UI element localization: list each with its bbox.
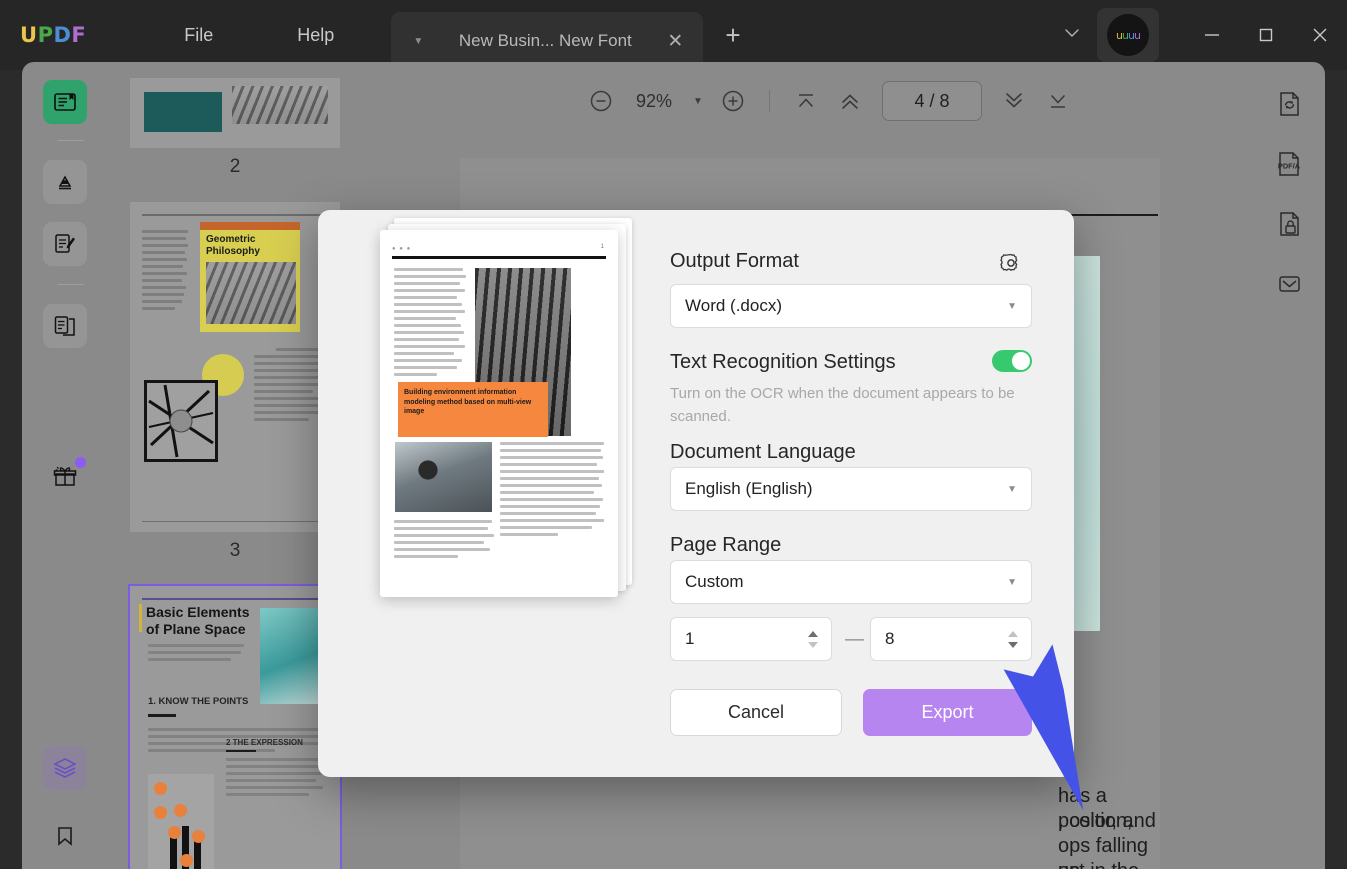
page-range-from-value: 1 (685, 629, 695, 648)
page-range-mode-select[interactable]: Custom ▼ (670, 560, 1032, 604)
export-dialog: ● ● ● 1 Building environment information… (318, 210, 1074, 777)
preview-banner: Building environment information modelin… (398, 382, 548, 437)
window-close-icon[interactable] (1293, 0, 1347, 70)
new-tab-button[interactable]: + (725, 22, 740, 48)
output-format-chevron-down-icon: ▼ (1007, 300, 1017, 312)
tab-chevron-down-icon[interactable]: ▼ (413, 36, 423, 47)
preview-page: ● ● ● 1 Building environment information… (380, 230, 618, 597)
document-language-value: English (English) (685, 479, 813, 498)
output-settings-button[interactable] (998, 250, 1024, 281)
menu-file[interactable]: File (170, 19, 227, 52)
updf-window: UPDF File Help ▼ New Busin... New Font ✕… (0, 0, 1347, 869)
stepper-up-icon (1008, 630, 1018, 637)
preview-page-number: 1 (600, 244, 604, 250)
export-settings-panel: Output Format Word (.docx) ▼ Text Recogn… (648, 210, 1074, 777)
app-shell: 2 Geometric Philosophy 3 Basic Elements … (22, 62, 1325, 869)
preview-photo-person (395, 442, 492, 512)
avatar: uuuu (1107, 14, 1149, 56)
page-range-to-value: 8 (885, 629, 895, 648)
page-range-separator: — (845, 629, 864, 650)
page-range-from-stepper[interactable]: 1 (670, 617, 832, 661)
stepper-down-icon (808, 641, 818, 648)
stepper-up-icon (808, 630, 818, 637)
document-language-label: Document Language (670, 441, 856, 463)
tab-title: New Busin... New Font (458, 31, 632, 50)
export-button[interactable]: Export (863, 689, 1032, 736)
preview-column-bottom (394, 520, 494, 562)
document-language-select[interactable]: English (English) ▼ (670, 467, 1032, 511)
title-bar: UPDF File Help ▼ New Busin... New Font ✕… (0, 0, 1347, 70)
document-preview-panel: ● ● ● 1 Building environment information… (318, 210, 648, 777)
output-format-value: Word (.docx) (685, 296, 782, 315)
user-avatar-button[interactable]: uuuu (1097, 8, 1159, 62)
preview-banner-text: Building environment information modelin… (404, 389, 532, 415)
stepper-down-icon (1008, 641, 1018, 648)
gear-icon (1000, 253, 1018, 271)
preview-dots: ● ● ● (392, 246, 412, 252)
text-recognition-toggle[interactable] (992, 350, 1032, 372)
from-stepper-arrows[interactable] (807, 630, 819, 649)
window-minimize-icon[interactable] (1185, 0, 1239, 70)
page-range-label: Page Range (670, 534, 782, 556)
text-recognition-description: Turn on the OCR when the document appear… (670, 385, 1015, 425)
menu-help[interactable]: Help (283, 19, 348, 52)
document-language-chevron-down-icon: ▼ (1007, 483, 1017, 495)
updf-logo: UPDF (20, 23, 87, 47)
cancel-button[interactable]: Cancel (670, 689, 842, 736)
preview-column-right (500, 442, 604, 540)
preview-column-left (394, 268, 466, 380)
page-range-to-stepper[interactable]: 8 (870, 617, 1032, 661)
window-controls: uuuu (1051, 0, 1347, 70)
toggle-knob (1012, 352, 1030, 370)
page-range-mode-value: Custom (685, 572, 744, 591)
tab-close-icon[interactable]: ✕ (667, 32, 683, 51)
window-maximize-icon[interactable] (1239, 0, 1293, 70)
text-recognition-label: Text Recognition Settings (670, 351, 896, 373)
titlebar-chevron-down-icon[interactable] (1051, 23, 1093, 48)
preview-header-rule (392, 256, 606, 259)
to-stepper-arrows[interactable] (1007, 630, 1019, 649)
page-range-chevron-down-icon: ▼ (1007, 576, 1017, 588)
output-format-select[interactable]: Word (.docx) ▼ (670, 284, 1032, 328)
output-format-label: Output Format (670, 250, 799, 272)
